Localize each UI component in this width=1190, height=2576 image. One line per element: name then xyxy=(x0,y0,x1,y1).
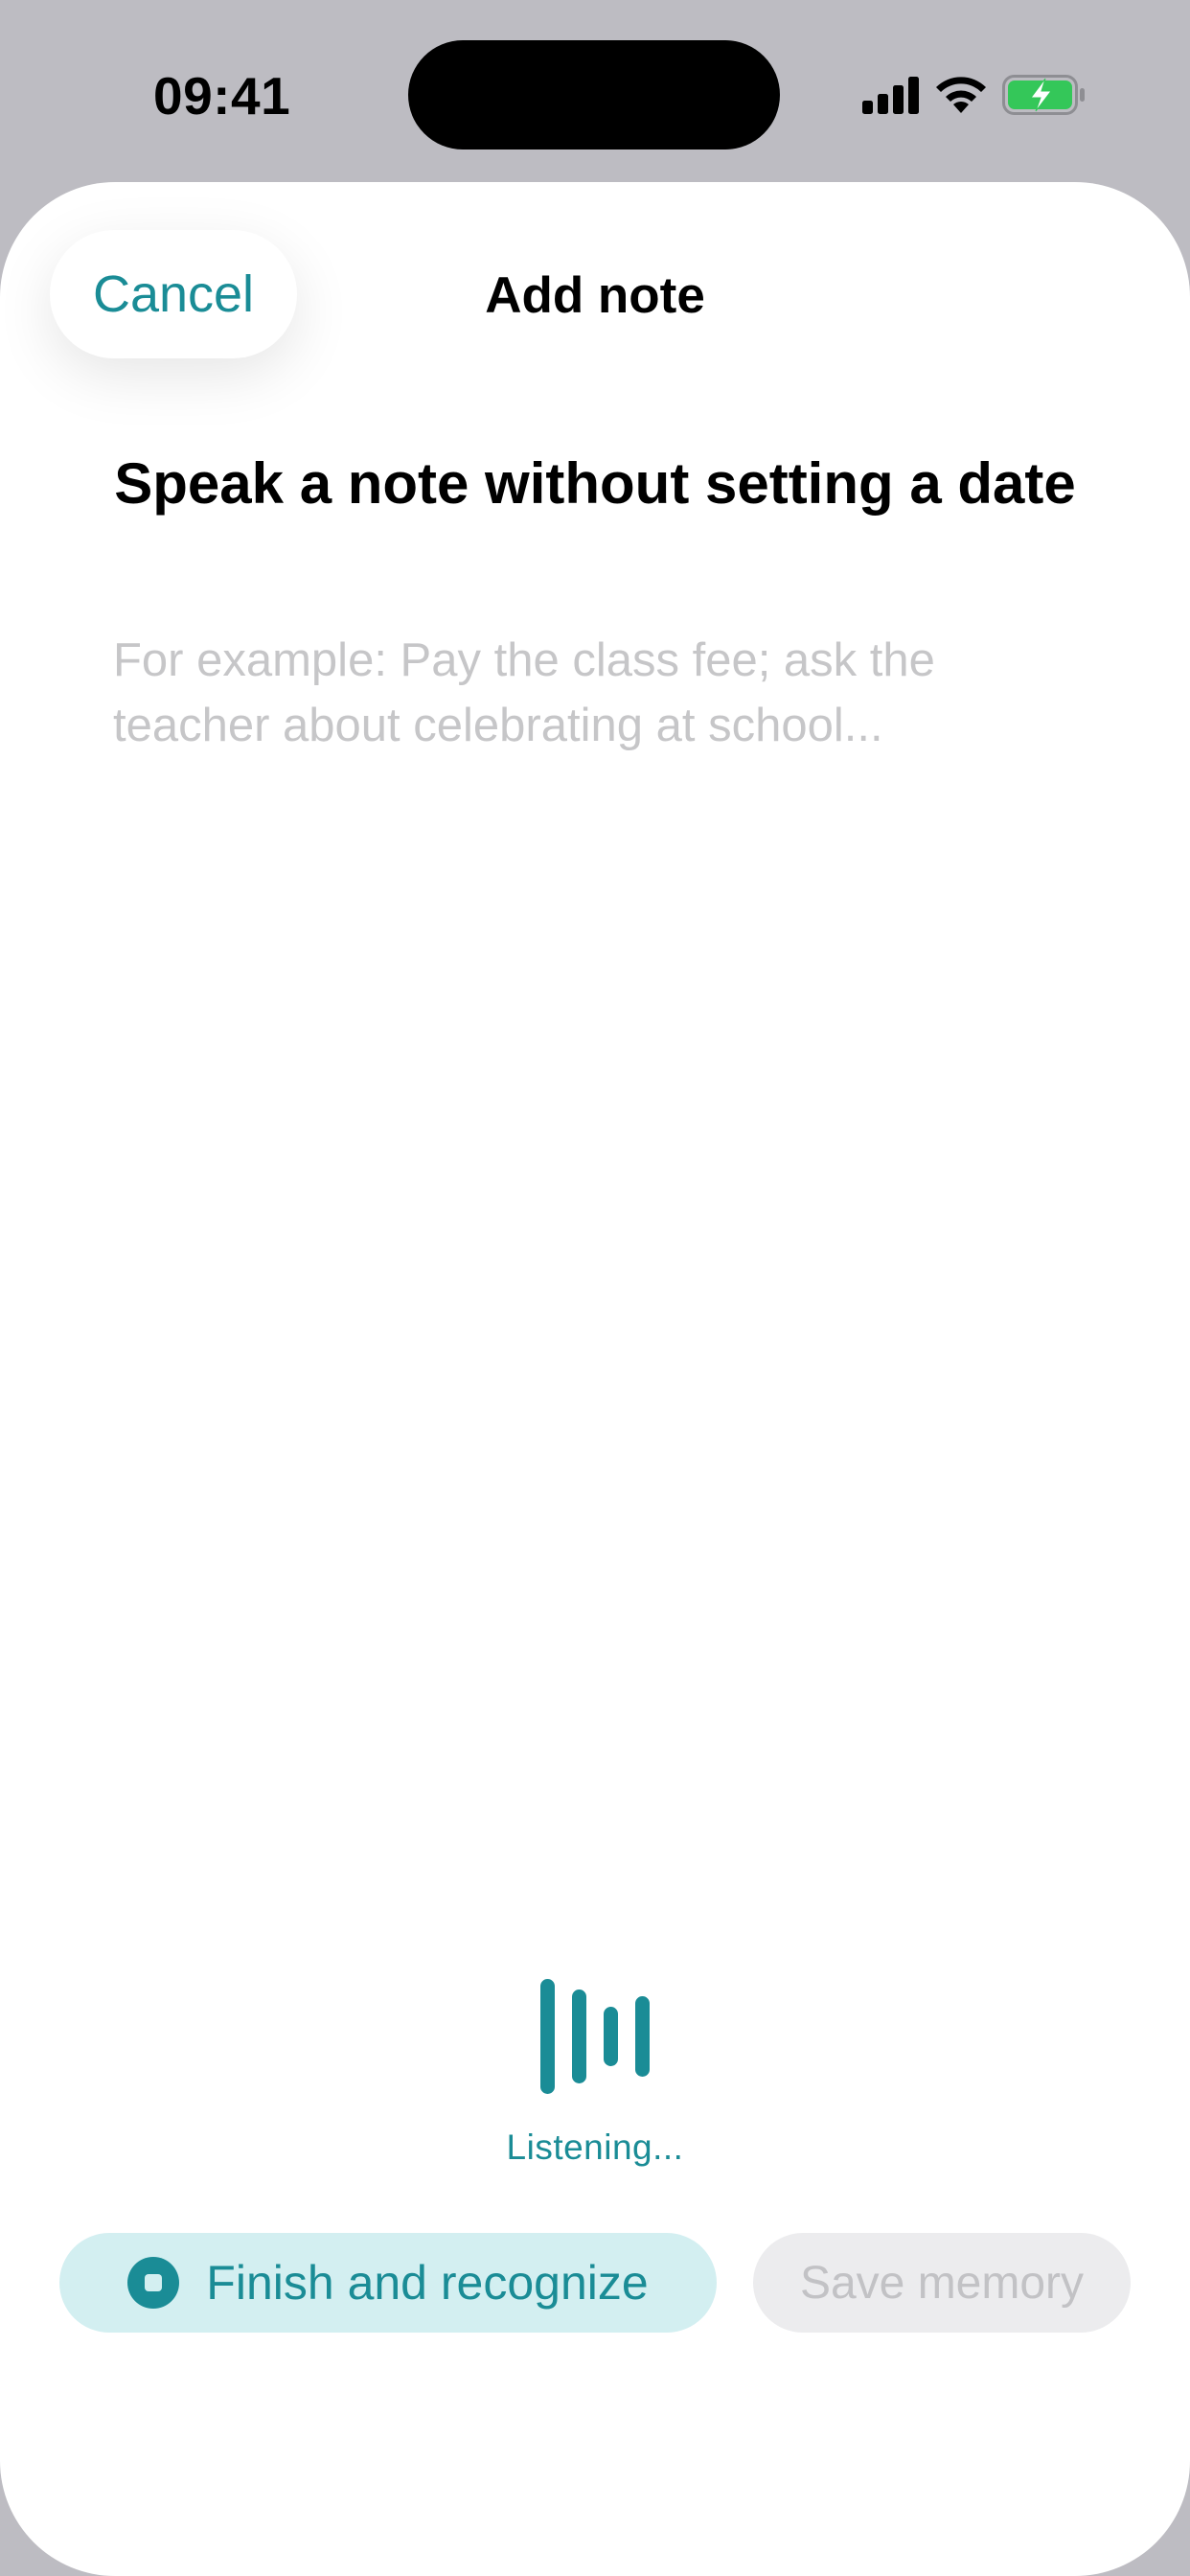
status-bar: 09:41 xyxy=(0,0,1190,182)
sheet-title: Add note xyxy=(485,267,705,324)
save-memory-button[interactable]: Save memory xyxy=(753,2233,1131,2333)
status-time: 09:41 xyxy=(153,66,291,126)
status-icons xyxy=(862,75,1087,115)
battery-charging-icon xyxy=(1002,75,1087,115)
finish-and-recognize-button[interactable]: Finish and recognize xyxy=(59,2233,717,2333)
wave-bar xyxy=(572,1990,586,2083)
add-note-sheet: Cancel Add note Speak a note without set… xyxy=(0,182,1190,2576)
page-heading: Speak a note without setting a date xyxy=(114,451,1076,516)
stop-icon xyxy=(127,2257,180,2309)
finish-button-label: Finish and recognize xyxy=(206,2256,649,2310)
listening-status: Listening... xyxy=(506,2128,684,2167)
wifi-icon xyxy=(933,75,989,115)
note-input[interactable] xyxy=(113,628,1081,2065)
cellular-signal-icon xyxy=(862,76,920,114)
wave-bar xyxy=(604,2007,618,2066)
wave-bar xyxy=(635,1996,650,2077)
wave-bar xyxy=(540,1979,555,2094)
sound-wave-icon xyxy=(0,1974,1190,2099)
dynamic-island xyxy=(408,40,780,150)
